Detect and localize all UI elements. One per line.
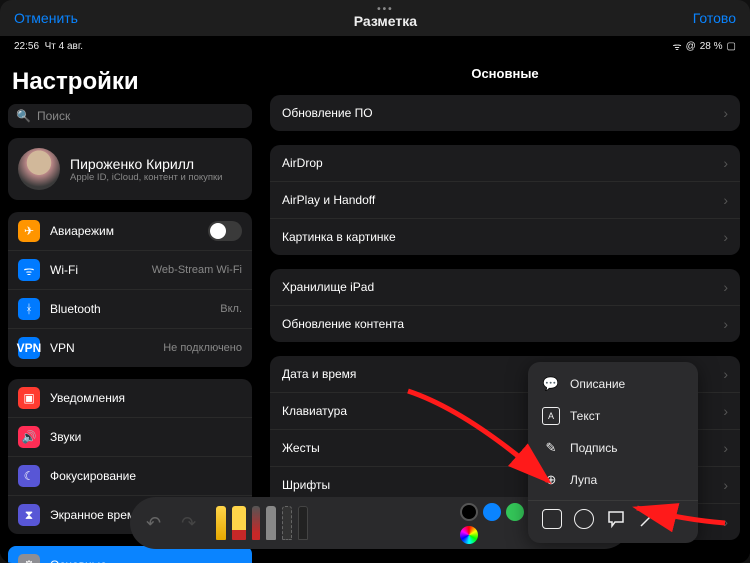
row-background-refresh[interactable]: Обновление контента› [270,305,740,342]
bluetooth-icon: ᚼ [18,298,40,320]
tool-highlighter[interactable] [232,506,246,540]
row-storage[interactable]: Хранилище iPad› [270,269,740,305]
row-pip[interactable]: Картинка в картинке› [270,218,740,255]
tool-lasso[interactable] [282,506,292,540]
color-black[interactable] [460,503,478,521]
sidebar-group-connectivity: ✈ Авиарежим ᯤ Wi-Fi Web-Stream Wi-Fi ᚼ B… [8,212,252,367]
chevron-right-icon: › [723,514,728,530]
magnifier-icon: ⊕ [542,471,560,489]
avatar [18,148,60,190]
sidebar-item-notifications[interactable]: ▣ Уведомления [8,379,252,417]
cancel-button[interactable]: Отменить [14,10,78,26]
profile-name: Пироженко Кирилл [70,156,222,172]
settings-sidebar: Настройки 🔍 Поиск Пироженко Кирилл Apple… [0,56,260,563]
popup-description[interactable]: 💬Описание [528,368,698,400]
markup-modal-bar: Отменить ••• Разметка Готово [0,0,750,36]
row-airplay[interactable]: AirPlay и Handoff› [270,181,740,218]
sidebar-item-sounds[interactable]: 🔊 Звуки [8,417,252,456]
sidebar-title: Настройки [12,68,248,96]
chevron-right-icon: › [723,192,728,208]
profile-sub: Apple ID, iCloud, контент и покупки [70,172,222,183]
sound-icon: 🔊 [18,426,40,448]
chevron-right-icon: › [723,403,728,419]
wifi-icon: ᯤ [672,39,681,53]
tool-pen[interactable] [216,506,226,540]
row-airdrop[interactable]: AirDrop› [270,145,740,181]
section-airdrop: AirDrop› AirPlay и Handoff› Картинка в к… [270,145,740,255]
color-green[interactable] [506,503,524,521]
color-blue[interactable] [483,503,501,521]
section-storage: Хранилище iPad› Обновление контента› [270,269,740,342]
text-icon: A [542,407,560,425]
undo-button[interactable]: ↶ [146,513,161,534]
airplane-icon: ✈ [18,220,40,242]
color-picker[interactable] [460,526,478,544]
markup-add-popup: 💬Описание AТекст ✎Подпись ⊕Лупа [528,362,698,543]
chevron-right-icon: › [723,366,728,382]
sidebar-item-focus[interactable]: ☾ Фокусирование [8,456,252,495]
chevron-right-icon: › [723,477,728,493]
chevron-right-icon: › [723,155,728,171]
popup-signature[interactable]: ✎Подпись [528,432,698,464]
tool-eraser[interactable] [266,506,276,540]
shape-square[interactable] [542,509,562,529]
search-icon: 🔍 [16,109,31,123]
redo-button[interactable]: ↷ [181,513,196,534]
signature-icon: ✎ [542,439,560,457]
status-time: 22:56 [14,41,39,52]
bell-icon: ▣ [18,387,40,409]
main-header: Основные [270,56,740,95]
battery-orientation-icon: @ [686,41,696,52]
device-frame: 22:56 Чт 4 авг. ᯤ @ 28 % ▢ Настройки 🔍 П… [0,36,750,563]
section-software-update: Обновление ПО› [270,95,740,131]
chevron-right-icon: › [723,279,728,295]
done-button[interactable]: Готово [693,10,736,26]
wifi-icon: ᯤ [18,259,40,281]
vpn-icon: VPN [18,337,40,359]
profile-card[interactable]: Пироженко Кирилл Apple ID, iCloud, конте… [8,138,252,200]
speech-bubble-icon: 💬 [542,375,560,393]
hourglass-icon: ⧗ [18,504,40,526]
sidebar-item-bluetooth[interactable]: ᚼ Bluetooth Вкл. [8,289,252,328]
popup-text[interactable]: AТекст [528,400,698,432]
shape-speech-bubble[interactable] [606,509,626,529]
gear-icon: ⚙ [18,554,40,563]
sidebar-item-wifi[interactable]: ᯤ Wi-Fi Web-Stream Wi-Fi [8,250,252,289]
airplane-toggle[interactable] [208,221,242,241]
tool-pencil[interactable] [252,506,260,540]
shape-circle[interactable] [574,509,594,529]
chevron-right-icon: › [723,440,728,456]
tool-ruler[interactable] [298,506,308,540]
popup-shapes-row [528,500,698,537]
popup-magnifier[interactable]: ⊕Лупа [528,464,698,496]
moon-icon: ☾ [18,465,40,487]
chevron-right-icon: › [723,105,728,121]
chevron-right-icon: › [723,316,728,332]
status-date: Чт 4 авг. [45,41,83,52]
sidebar-item-vpn[interactable]: VPN VPN Не подключено [8,328,252,367]
battery-icon: ▢ [727,41,736,52]
battery-percent: 28 % [700,41,723,52]
status-bar: 22:56 Чт 4 авг. ᯤ @ 28 % ▢ [0,36,750,56]
modal-title: ••• Разметка [354,7,417,29]
chevron-right-icon: › [723,229,728,245]
row-software-update[interactable]: Обновление ПО› [270,95,740,131]
search-input[interactable]: 🔍 Поиск [8,104,252,128]
shape-arrow[interactable] [638,509,658,529]
sidebar-item-airplane[interactable]: ✈ Авиарежим [8,212,252,250]
